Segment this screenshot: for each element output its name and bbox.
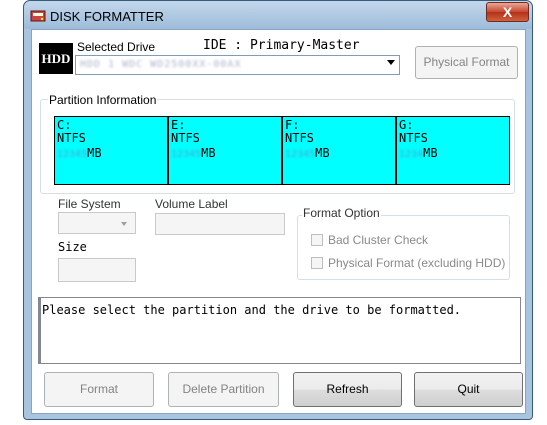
drive-header: IDE : Primary-Master xyxy=(203,38,360,53)
bad-cluster-check-label: Bad Cluster Check xyxy=(328,233,429,247)
partition-tile-f[interactable]: F: NTFS 12345MB xyxy=(283,117,395,184)
close-button[interactable]: X xyxy=(486,2,529,22)
drive-select[interactable]: HDD 1 WDC WD2500XX-00AX xyxy=(75,55,400,75)
size-label: Size xyxy=(58,240,87,254)
size-input[interactable] xyxy=(58,258,136,282)
chevron-down-icon xyxy=(387,60,395,65)
partition-fs: NTFS xyxy=(171,131,200,145)
partition-size: 1234 xyxy=(399,149,424,160)
delete-partition-button[interactable]: Delete Partition xyxy=(168,372,279,407)
format-button[interactable]: Format xyxy=(44,372,154,407)
refresh-button[interactable]: Refresh xyxy=(293,372,402,407)
partition-tile-c[interactable]: C: NTFS 12345MB xyxy=(55,117,167,184)
partition-size: 12345 xyxy=(285,149,316,160)
format-option-label: Format Option xyxy=(302,206,381,220)
partition-tiles: C: NTFS 12345MB E: NTFS 12345MB F: NTFS … xyxy=(54,116,510,185)
file-system-select[interactable] xyxy=(58,212,136,234)
partition-tile-e[interactable]: E: NTFS 12345MB xyxy=(169,117,281,184)
partition-fs: NTFS xyxy=(285,131,314,145)
volume-label-label: Volume Label xyxy=(155,197,228,211)
partition-fs: NTFS xyxy=(399,131,428,145)
partition-unit: MB xyxy=(423,146,438,160)
window-title: DISK FORMATTER xyxy=(50,9,164,24)
physical-format-excluding-hdd-checkbox[interactable] xyxy=(311,257,323,269)
partition-information-label: Partition Information xyxy=(48,93,158,107)
chevron-down-icon xyxy=(121,222,127,226)
message-text: Please select the partition and the driv… xyxy=(42,303,462,317)
bad-cluster-check-checkbox[interactable] xyxy=(311,234,323,246)
file-system-label: File System xyxy=(58,197,121,211)
partition-fs: NTFS xyxy=(57,131,86,145)
disk-formatter-app-icon xyxy=(30,10,46,22)
volume-label-input[interactable] xyxy=(155,213,285,235)
quit-button[interactable]: Quit xyxy=(414,372,523,407)
partition-unit: MB xyxy=(315,146,330,160)
partition-unit: MB xyxy=(201,146,216,160)
physical-format-button[interactable]: Physical Format xyxy=(415,46,518,79)
selected-drive-label: Selected Drive xyxy=(77,40,156,54)
partition-size: 12345 xyxy=(171,149,202,160)
hdd-logo: HDD xyxy=(39,43,73,74)
physical-format-excluding-hdd-label: Physical Format (excluding HDD) xyxy=(328,256,506,270)
message-box-left-edge xyxy=(38,297,41,364)
drive-select-value: HDD 1 WDC WD2500XX-00AX xyxy=(80,59,242,70)
format-option-group xyxy=(297,215,510,280)
partition-size: 12345 xyxy=(57,149,88,160)
partition-unit: MB xyxy=(87,146,102,160)
partition-tile-g[interactable]: G: NTFS 1234MB xyxy=(397,117,509,184)
